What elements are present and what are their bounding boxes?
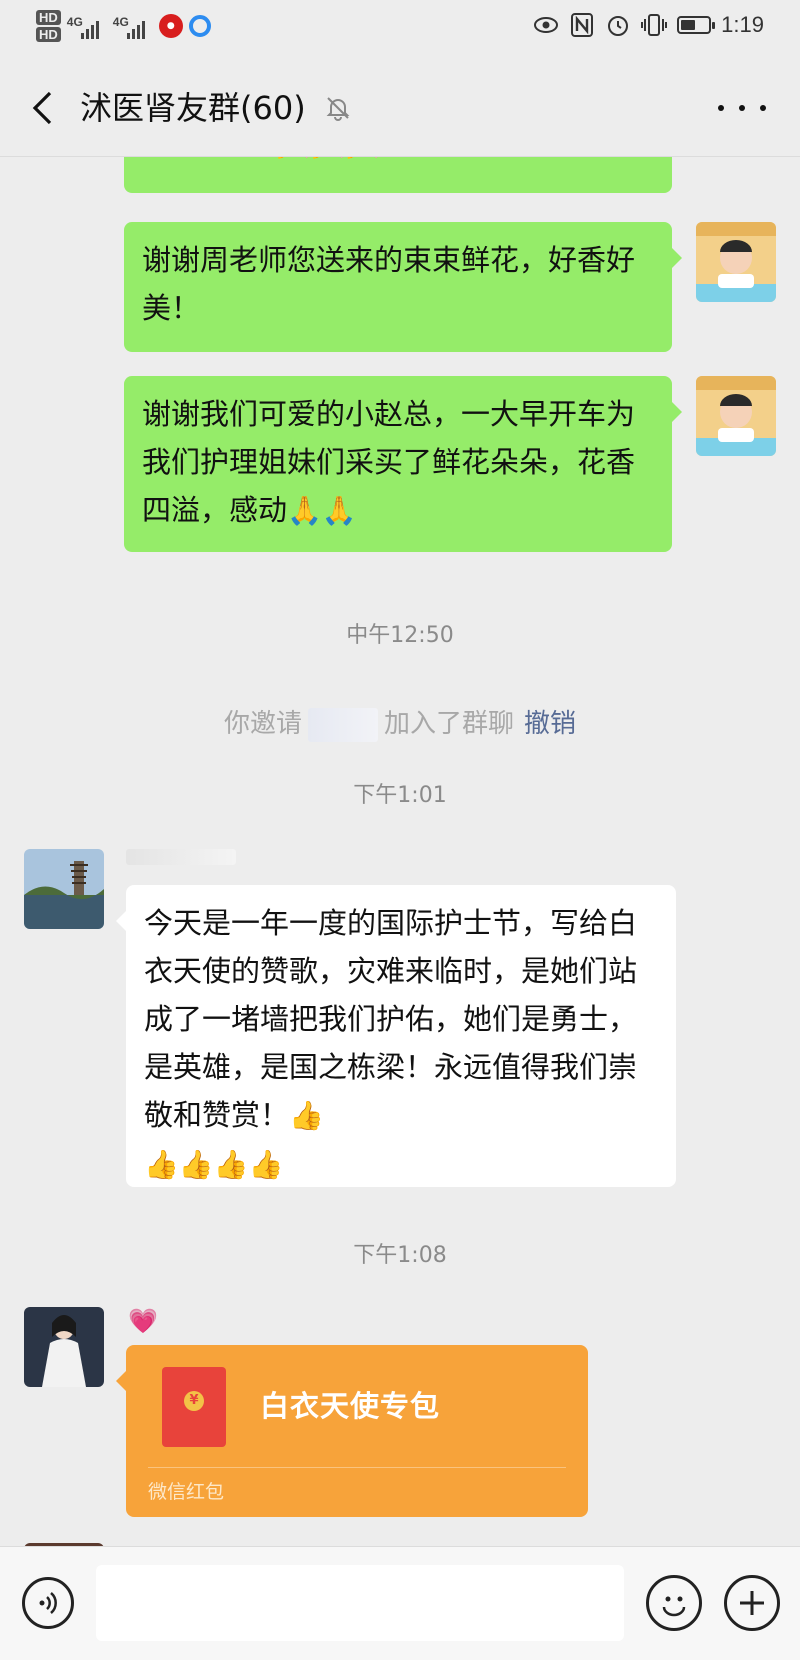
plus-icon: [740, 1591, 764, 1615]
clock: 1:19: [721, 12, 764, 37]
battery-icon: [677, 16, 716, 34]
signal-icon: 4G: [67, 11, 107, 41]
message-bubble[interactable]: 暖👏👏👏🎉🎉🎉: [124, 157, 672, 193]
red-packet-footer: 微信红包: [148, 1481, 225, 1503]
timestamp: 下午1:01: [353, 783, 447, 808]
chat-title: 沭医肾友群(60): [80, 89, 306, 127]
message-bubble[interactable]: 今天是一年一度的国际护士节，写给白衣天使的赞歌，灾难来临时，是她们站成了一堵墙把…: [116, 885, 676, 1187]
message-text: 谢谢我们可爱的小赵总，一大早开车为我们护理姐妹们采买了鲜花朵朵，花香四溢，感动: [142, 397, 636, 527]
vibrate-icon: [641, 12, 668, 38]
timestamp: 下午1:08: [353, 1243, 447, 1268]
system-message-prefix: 你邀请: [223, 709, 302, 739]
emoji-button[interactable]: [646, 1575, 702, 1631]
hd-label-2: HD: [36, 27, 61, 42]
status-left: HD HD 4G 4G ●: [36, 10, 211, 42]
message-emojis: 👍👍👍👍: [144, 1148, 284, 1181]
message-input[interactable]: [96, 1565, 624, 1641]
chat-message-list[interactable]: 暖👏👏👏🎉🎉🎉 谢谢周老师您送来的束束鲜花，好香好美！ 谢谢我们可爱的小赵总，一…: [0, 157, 800, 1546]
news-app-icon: ●: [158, 14, 183, 38]
avatar[interactable]: [696, 376, 776, 456]
signal-icon-2: 4G: [113, 11, 153, 41]
red-packet-title: 白衣天使专包: [260, 1389, 441, 1423]
message-emojis: 👍: [289, 1099, 324, 1132]
hd-icon: HD HD: [36, 10, 61, 42]
red-packet-divider: [148, 1467, 566, 1468]
status-right: 1:19: [533, 12, 764, 38]
input-bar: [0, 1546, 800, 1660]
voice-button[interactable]: [22, 1577, 74, 1629]
avatar[interactable]: [24, 1307, 104, 1387]
message-emojis: 🙏🙏: [287, 494, 357, 527]
browser-app-icon: [188, 15, 211, 37]
hd-label-1: HD: [36, 10, 61, 25]
chat-header: 沭医肾友群(60): [0, 60, 800, 157]
message-emojis: 👏👏👏🎉🎉🎉: [171, 157, 380, 160]
eye-icon: [533, 12, 559, 38]
message-text: 今天是一年一度的国际护士节，写给白衣天使的赞歌，灾难来临时，是她们站成了一堵墙把…: [144, 906, 638, 1132]
bell-off-icon: [324, 94, 352, 122]
emoji-icon: [662, 1596, 686, 1617]
voice-icon: [39, 1592, 57, 1614]
message-bubble[interactable]: 谢谢周老师您送来的束束鲜花，好香好美！: [124, 222, 682, 352]
avatar[interactable]: [696, 222, 776, 302]
blurred-name: [307, 707, 378, 742]
message-text: 谢谢周老师您送来的束束鲜花，好香好美！: [142, 243, 636, 325]
red-packet-card[interactable]: ¥ 白衣天使专包 微信红包: [116, 1345, 588, 1517]
system-message-suffix: 加入了群聊: [383, 709, 514, 739]
more-dots-icon: [718, 105, 724, 111]
plus-button[interactable]: [724, 1575, 780, 1631]
timestamp: 中午12:50: [346, 623, 454, 648]
heart-emoji: 💗: [128, 1307, 158, 1335]
undo-link[interactable]: 撤销: [524, 709, 576, 739]
message-text: 暖: [142, 157, 171, 160]
status-bar: HD HD 4G 4G ● 1:19: [0, 0, 800, 60]
message-bubble[interactable]: 谢谢我们可爱的小赵总，一大早开车为我们护理姐妹们采买了鲜花朵朵，花香四溢，感动🙏…: [124, 376, 682, 552]
red-envelope-icon: ¥: [162, 1367, 226, 1447]
nfc-icon: [569, 12, 595, 38]
system-message: 你邀请 加入了群聊 撤销: [0, 703, 800, 742]
more-button[interactable]: [718, 90, 766, 126]
sender-name: [126, 849, 236, 865]
avatar[interactable]: [24, 849, 104, 929]
back-button[interactable]: [22, 84, 62, 132]
chevron-left-icon: [32, 91, 52, 125]
alarm-icon: [605, 12, 631, 38]
